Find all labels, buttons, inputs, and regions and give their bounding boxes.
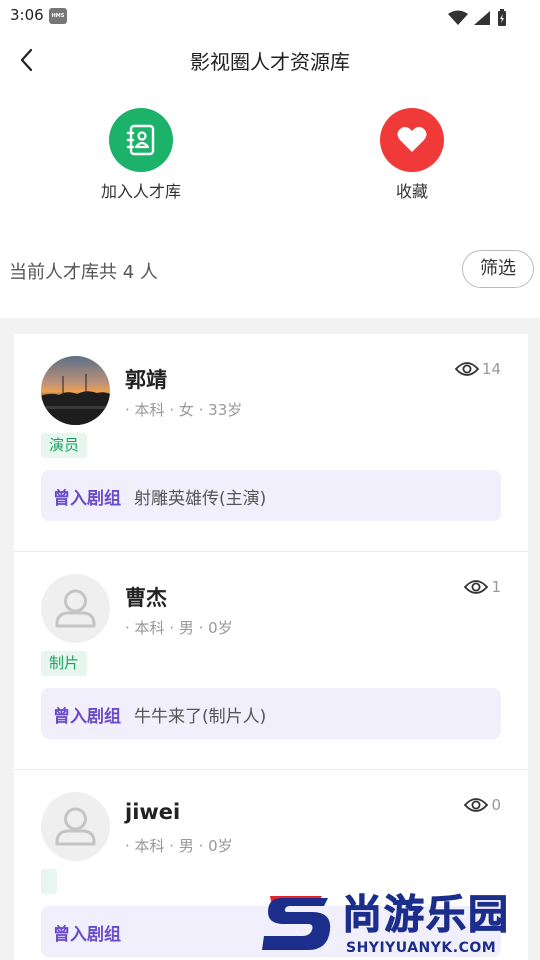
crew-history-value: 射雕英雄传(主演): [134, 489, 267, 509]
talent-name: 郭靖: [125, 368, 167, 392]
role-tag: 演员: [41, 433, 88, 458]
eye-icon: [464, 798, 489, 812]
view-count: 1: [464, 578, 501, 596]
wifi-icon: [447, 10, 468, 25]
join-talent-pool-label: 加入人才库: [100, 182, 181, 201]
crew-history: 曾入剧组 牛牛来了(制片人): [41, 688, 501, 739]
contact-book-icon: [126, 124, 155, 156]
action-row: 加入人才库 收藏: [0, 108, 540, 218]
view-count-value: 0: [491, 796, 501, 814]
status-bar: 3:06 HMS: [0, 0, 540, 32]
talent-item[interactable]: 曹杰 · 本科 · 男 · 0岁 1 制片 曾入剧组 牛牛来了(制片人): [14, 552, 528, 770]
default-user-icon: [55, 589, 96, 628]
favorites-button[interactable]: 收藏: [342, 108, 482, 202]
hms-badge-icon: HMS: [49, 8, 67, 24]
crew-history-label: 曾入剧组: [53, 489, 121, 509]
avatar: [41, 356, 110, 425]
talent-item[interactable]: 郭靖 · 本科 · 女 · 33岁 14 演员 曾入剧组 射雕英雄传(主演): [14, 334, 528, 552]
avatar: [41, 792, 110, 861]
battery-icon: [498, 8, 506, 26]
talent-meta: · 本科 · 男 · 0岁: [125, 619, 233, 637]
view-count: 14: [454, 360, 501, 378]
page-title: 影视圈人才资源库: [190, 50, 350, 74]
crew-history-value: 牛牛来了(制片人): [134, 707, 267, 727]
talent-meta: · 本科 · 女 · 33岁: [125, 401, 243, 419]
talent-list-area: 郭靖 · 本科 · 女 · 33岁 14 演员 曾入剧组 射雕英雄传(主演) 曹…: [0, 318, 540, 960]
talent-list: 郭靖 · 本科 · 女 · 33岁 14 演员 曾入剧组 射雕英雄传(主演) 曹…: [14, 334, 528, 960]
role-tag: [41, 869, 57, 894]
talent-name: jiwei: [125, 800, 181, 824]
favorites-label: 收藏: [395, 182, 428, 201]
heart-icon: [397, 126, 427, 152]
view-count-value: 1: [491, 578, 501, 596]
signal-icon: [473, 10, 490, 25]
view-count-value: 14: [481, 360, 501, 378]
filter-button[interactable]: 筛选: [462, 250, 534, 288]
crew-history-label: 曾入剧组: [53, 707, 121, 727]
join-talent-pool-button[interactable]: 加入人才库: [71, 108, 211, 202]
status-icons: [447, 7, 508, 27]
join-talent-pool-circle: [109, 108, 173, 172]
watermark-title: 尚游乐园: [342, 892, 510, 939]
talent-meta: · 本科 · 男 · 0岁: [125, 837, 233, 855]
eye-icon: [454, 362, 479, 376]
view-count: 0: [464, 796, 501, 814]
site-watermark: 尚游乐园 SHYIYUANYK.COM: [262, 892, 540, 960]
app-header: 影视圈人才资源库: [0, 36, 540, 84]
crew-history: 曾入剧组 射雕英雄传(主演): [41, 470, 501, 521]
talent-count-text: 当前人才库共 4 人: [9, 262, 158, 283]
crew-history-label: 曾入剧组: [53, 925, 121, 945]
sunset-photo-icon: [41, 374, 110, 425]
talent-name: 曹杰: [125, 586, 167, 610]
eye-icon: [464, 580, 489, 594]
watermark-logo-icon: [262, 896, 331, 950]
favorites-circle: [380, 108, 444, 172]
role-tag: 制片: [41, 651, 88, 676]
avatar: [41, 574, 110, 643]
watermark-url: SHYIYUANYK.COM: [346, 940, 497, 956]
default-user-icon: [55, 807, 96, 846]
summary-row: 当前人才库共 4 人 筛选: [0, 250, 540, 290]
status-time: 3:06: [10, 6, 44, 24]
